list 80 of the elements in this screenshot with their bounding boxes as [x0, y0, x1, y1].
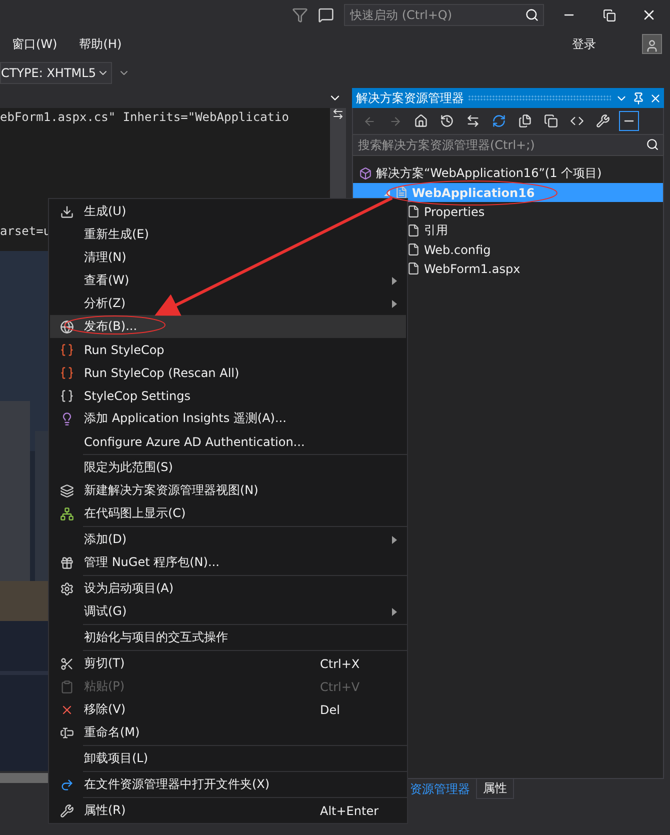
menu-item[interactable]: 重命名(M)	[50, 721, 406, 744]
search-field[interactable]: 搜索解决方案资源管理器(Ctrl+;)	[352, 134, 664, 156]
sync-icon	[466, 114, 480, 128]
menu-item[interactable]: 剪切(T) Ctrl+X	[50, 652, 406, 675]
lightbulb-icon	[60, 412, 74, 426]
submenu-arrow-icon	[392, 608, 397, 616]
file-icon	[407, 205, 420, 218]
search-icon[interactable]	[525, 8, 539, 22]
menu-item[interactable]: 在代码图上显示(C)	[50, 502, 406, 525]
back-arrow-icon	[362, 114, 376, 128]
menu-item[interactable]: Run StyleCop (Rescan All)	[50, 361, 406, 384]
menu-item[interactable]: 窗口(W)	[6, 34, 64, 54]
search-icon[interactable]	[646, 138, 659, 151]
pin-icon	[632, 92, 645, 104]
tree-item-label: WebApplication16	[412, 186, 535, 200]
avatar-icon[interactable]	[642, 34, 662, 54]
menu-item[interactable]: Configure Azure AD Authentication...	[50, 430, 406, 453]
solution-icon	[359, 167, 372, 180]
home-icon	[414, 114, 428, 128]
braces-icon	[60, 342, 74, 356]
package-icon	[60, 556, 74, 570]
tree-item-label: Web.config	[424, 242, 491, 256]
menu-item[interactable]: 移除(V) Del	[50, 698, 406, 721]
history-icon	[440, 114, 454, 128]
clipboard-icon	[60, 680, 74, 694]
rename-icon	[60, 726, 74, 740]
submenu-arrow-icon	[392, 300, 397, 308]
menu-item[interactable]: 在文件资源管理器中打开文件夹(X)	[50, 773, 406, 796]
menu-item[interactable]: 添加 Application Insights 遥测(A)...	[50, 407, 406, 430]
file-icon	[407, 262, 420, 275]
menu-item[interactable]: 新建解决方案资源管理器视图(N)	[50, 479, 406, 502]
braces-icon	[60, 388, 74, 402]
menu-item[interactable]: 初始化与项目的交互式操作	[50, 626, 406, 649]
menu-item[interactable]: Run StyleCop	[50, 338, 406, 361]
preview-button[interactable]	[619, 111, 639, 131]
splitter-icon	[332, 108, 344, 120]
menu-item[interactable]: 调试(G)	[50, 600, 406, 623]
refresh-icon	[492, 114, 506, 128]
menu-item[interactable]: 设为启动项目(A)	[50, 577, 406, 600]
menu-item[interactable]: 发布(B)...	[50, 315, 406, 338]
code-line: ebForm1.aspx.cs" Inherits="WebApplicatio	[0, 109, 289, 126]
menu-item[interactable]: 管理 NuGet 程序包(N)...	[50, 551, 406, 574]
wrench-icon	[60, 804, 74, 818]
file-icon	[407, 224, 420, 237]
braces-icon	[60, 366, 74, 380]
expand-arrow-icon[interactable]	[383, 188, 391, 196]
menu-item[interactable]: 限定为此范围(S)	[50, 456, 406, 479]
globe-icon	[60, 320, 74, 334]
file-icon	[407, 243, 420, 256]
panel-tab[interactable]: 属性	[476, 779, 514, 799]
redo-arrow-icon	[60, 778, 74, 792]
project-icon	[395, 186, 408, 199]
tree-item-label: Properties	[424, 204, 485, 218]
settings-icon	[60, 582, 74, 596]
tree-item-label: WebForm1.aspx	[424, 262, 520, 276]
tree-item-label: 引用	[424, 222, 448, 239]
diagram-icon	[60, 506, 74, 520]
forward-arrow-icon	[388, 114, 402, 128]
menu-item[interactable]: 添加(D)	[50, 528, 406, 551]
menu-item[interactable]: 属性(R) Alt+Enter	[50, 799, 406, 822]
feedback-icon	[318, 7, 334, 23]
quick-launch-field[interactable]: 快速启动 (Ctrl+Q)	[344, 4, 544, 26]
tree-item[interactable]: 解决方案“WebApplication16”(1 个项目)	[353, 164, 663, 183]
code-icon	[570, 114, 584, 128]
copy-icon	[544, 114, 558, 128]
tree-item-label: 解决方案“WebApplication16”(1 个项目)	[376, 165, 602, 182]
close-icon	[649, 92, 662, 104]
menu-item[interactable]: 分析(Z)	[50, 292, 406, 315]
restore-icon	[602, 8, 616, 22]
wrench-icon	[596, 114, 610, 128]
sign-in-link[interactable]: 登录	[566, 34, 602, 54]
menu-item[interactable]: StyleCop Settings	[50, 384, 406, 407]
menu-item[interactable]: 帮助(H)	[73, 34, 128, 54]
panel-title: 解决方案资源管理器	[356, 90, 464, 106]
menu-item[interactable]: 卸载项目(L)	[50, 747, 406, 770]
filter-icon	[292, 7, 308, 23]
submenu-arrow-icon	[392, 276, 397, 284]
scissors-icon	[60, 656, 74, 670]
submenu-arrow-icon	[392, 536, 397, 544]
doctype-dropdown[interactable]: CTYPE: XHTML5	[0, 62, 112, 84]
